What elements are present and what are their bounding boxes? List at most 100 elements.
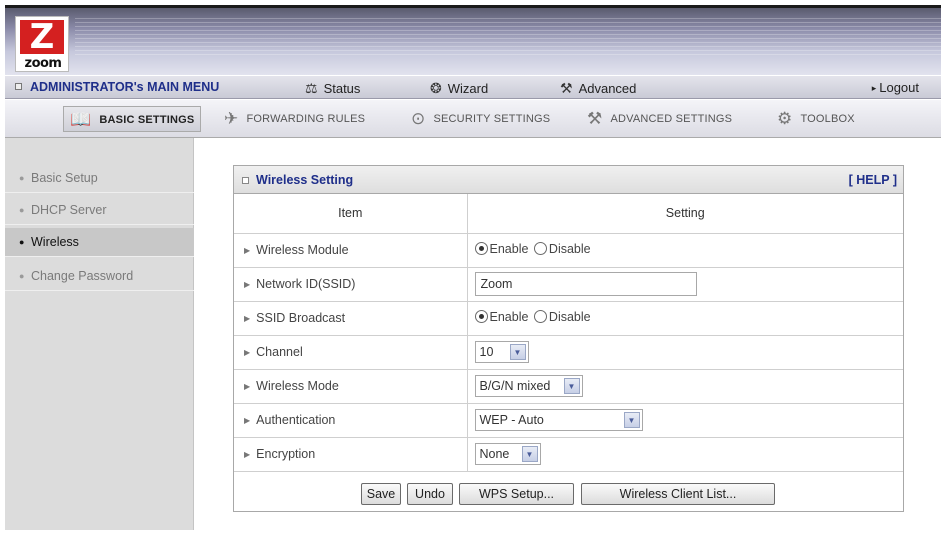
button-row: Save Undo WPS Setup... Wireless Client L… — [234, 476, 903, 512]
row-label-text: Authentication — [256, 413, 336, 427]
header-banner: Z zoom — [5, 5, 941, 75]
chevron-down-icon: ▼ — [563, 378, 580, 394]
table-row-channel: ▶ Channel 10 ▼ — [234, 335, 903, 370]
row-value — [467, 267, 903, 302]
row-label-text: Network ID(SSID) — [256, 277, 356, 291]
radio-label: Enable — [489, 309, 529, 324]
sidebar-item-label: DHCP Server — [31, 203, 107, 217]
row-label-text: Wireless Module — [256, 243, 349, 257]
table-row-ssid: ▶ Network ID(SSID) — [234, 267, 903, 302]
triangle-right-icon: ▶ — [244, 416, 251, 425]
zoom-logo: Z zoom — [15, 16, 69, 72]
help-link[interactable]: [ HELP ] — [849, 166, 897, 194]
status-icon: ⚖ — [305, 80, 318, 96]
security-settings-icon: ⊙ — [411, 109, 426, 128]
toolbox-icon: ⚙ — [777, 109, 793, 128]
row-value: Enable Disable — [467, 301, 903, 336]
wps-setup-button[interactable]: WPS Setup... — [459, 483, 574, 505]
wireless-mode-select[interactable]: B/G/N mixed ▼ — [474, 375, 583, 397]
row-label-text: Encryption — [256, 447, 316, 461]
main-menu-title-text: ADMINISTRATOR's MAIN MENU — [30, 80, 220, 94]
wireless-module-disable-radio[interactable]: Disable — [533, 241, 591, 256]
row-value: None ▼ — [467, 437, 903, 472]
radio-checked-icon — [474, 242, 488, 256]
bullet-icon: ● — [19, 271, 25, 281]
settings-tab-bar: 📖 BASIC SETTINGS ✈ FORWARDING RULES ⊙ SECUR… — [5, 100, 941, 138]
menu-item-advanced-label: Advanced — [578, 81, 637, 96]
sidebar-item-label: Wireless — [31, 235, 79, 249]
sidebar-item-label: Basic Setup — [31, 171, 98, 185]
radio-label: Disable — [548, 309, 591, 324]
row-label: ▶ SSID Broadcast — [234, 301, 468, 336]
wireless-setting-panel: Wireless Setting [ HELP ] Item Setting ▶… — [233, 165, 904, 512]
basic-settings-icon: 📖 — [70, 110, 92, 129]
select-value: 10 — [479, 345, 494, 359]
sidebar-item-dhcp-server[interactable]: ● DHCP Server — [5, 196, 194, 225]
row-label-text: SSID Broadcast — [256, 311, 346, 325]
chevron-down-icon: ▼ — [521, 446, 538, 462]
row-label: ▶ Wireless Mode — [234, 369, 468, 404]
channel-select[interactable]: 10 ▼ — [474, 341, 529, 363]
sidebar-item-basic-setup[interactable]: ● Basic Setup — [5, 164, 194, 193]
settings-table: Item Setting ▶ Wireless Module Enable Dis… — [234, 194, 903, 472]
chevron-down-icon: ▼ — [623, 412, 640, 428]
menu-item-advanced[interactable]: ⚒ Advanced — [560, 80, 636, 97]
tab-advanced-settings[interactable]: ⚒ ADVANCED SETTINGS — [581, 106, 738, 132]
table-row-wireless-module: ▶ Wireless Module Enable Disable — [234, 233, 903, 268]
logout-link[interactable]: ▸ Logout — [872, 80, 919, 95]
column-header-setting: Setting — [467, 194, 903, 234]
table-row-ssid-broadcast: ▶ SSID Broadcast Enable Disable — [234, 301, 903, 336]
tab-toolbox[interactable]: ⚙ TOOLBOX — [771, 106, 861, 132]
tab-forwarding-rules[interactable]: ✈ FORWARDING RULES — [218, 106, 371, 132]
main-menu-bar: ADMINISTRATOR's MAIN MENU ⚖ Status ❂ Wizar… — [5, 75, 941, 99]
tab-basic-settings-label: BASIC SETTINGS — [99, 114, 195, 126]
menu-item-wizard[interactable]: ❂ Wizard — [430, 80, 488, 97]
bullet-icon: ● — [19, 205, 25, 215]
menu-item-wizard-label: Wizard — [447, 81, 489, 96]
arrow-right-icon: ▸ — [871, 83, 877, 93]
wireless-module-enable-radio[interactable]: Enable — [474, 241, 529, 256]
menu-item-status-label: Status — [323, 81, 361, 96]
triangle-right-icon: ▶ — [244, 348, 251, 357]
tab-basic-settings[interactable]: 📖 BASIC SETTINGS — [63, 106, 202, 132]
chevron-down-icon: ▼ — [509, 344, 526, 360]
triangle-right-icon: ▶ — [244, 382, 251, 391]
advanced-settings-icon: ⚒ — [587, 109, 603, 128]
main-menu-title: ADMINISTRATOR's MAIN MENU — [15, 80, 219, 94]
tab-forwarding-rules-label: FORWARDING RULES — [246, 113, 366, 125]
menu-item-status[interactable]: ⚖ Status — [305, 80, 360, 97]
wireless-client-list-button[interactable]: Wireless Client List... — [581, 483, 775, 505]
row-value: Enable Disable — [467, 233, 903, 268]
column-header-item: Item — [234, 194, 468, 234]
row-label: ▶ Encryption — [234, 437, 468, 472]
radio-label: Enable — [489, 241, 529, 256]
triangle-right-icon: ▶ — [244, 314, 251, 323]
undo-button[interactable]: Undo — [407, 483, 453, 505]
encryption-select[interactable]: None ▼ — [474, 443, 541, 465]
row-value: 10 ▼ — [467, 335, 903, 370]
panel-header: Wireless Setting [ HELP ] — [234, 166, 903, 194]
square-bullet-icon — [242, 177, 249, 184]
radio-checked-icon — [474, 310, 488, 324]
ssid-broadcast-enable-radio[interactable]: Enable — [474, 309, 529, 324]
sidebar-item-change-password[interactable]: ● Change Password — [5, 262, 194, 291]
bullet-icon: ● — [19, 173, 25, 183]
row-label: ▶ Wireless Module — [234, 233, 468, 268]
sidebar-item-wireless[interactable]: ● Wireless — [5, 228, 194, 257]
ssid-input[interactable] — [474, 272, 697, 296]
sidebar-item-label: Change Password — [31, 269, 134, 283]
table-row-wireless-mode: ▶ Wireless Mode B/G/N mixed ▼ — [234, 369, 903, 404]
row-value: B/G/N mixed ▼ — [467, 369, 903, 404]
radio-unchecked-icon — [533, 242, 547, 256]
save-button[interactable]: Save — [361, 483, 401, 505]
sidebar: ● Basic Setup ● DHCP Server ● Wireless ● Cha… — [5, 138, 194, 530]
ssid-broadcast-disable-radio[interactable]: Disable — [533, 309, 591, 324]
radio-label: Disable — [548, 241, 591, 256]
triangle-right-icon: ▶ — [244, 280, 251, 289]
tab-security-settings[interactable]: ⊙ SECURITY SETTINGS — [405, 106, 556, 132]
row-label: ▶ Channel — [234, 335, 468, 370]
tab-security-settings-label: SECURITY SETTINGS — [433, 113, 551, 125]
row-label-text: Wireless Mode — [256, 379, 339, 393]
authentication-select[interactable]: WEP - Auto ▼ — [474, 409, 643, 431]
row-label: ▶ Authentication — [234, 403, 468, 438]
